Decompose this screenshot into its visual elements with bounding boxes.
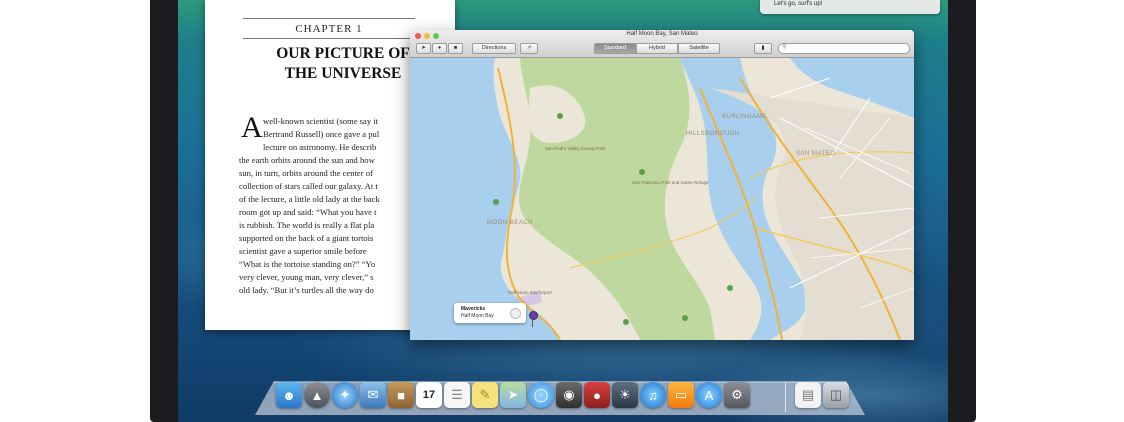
pin-icon: ● bbox=[437, 45, 442, 51]
messages-icon[interactable]: ◯ bbox=[528, 382, 554, 408]
facetime-icon[interactable]: ◉ bbox=[556, 382, 582, 408]
park-marker bbox=[557, 113, 563, 119]
book-line: supported on the back of a giant tortois bbox=[239, 233, 374, 243]
airport-label: Half Moon Bay Airport bbox=[508, 290, 552, 295]
documents-stack-icon[interactable]: ▤ bbox=[795, 382, 821, 408]
calendar-icon[interactable]: 17 bbox=[416, 382, 442, 408]
launchpad-icon[interactable]: ▲ bbox=[304, 382, 330, 408]
photo-booth-icon[interactable]: ● bbox=[584, 382, 610, 408]
book-line: lecture on astronomy. He describ bbox=[263, 142, 377, 152]
book-line: collection of stars called our galaxy. A… bbox=[239, 181, 378, 191]
app-store-icon[interactable]: A bbox=[696, 382, 722, 408]
map-view[interactable]: BURLINGAME HILLSBOROUGH SAN MATEO MOON B… bbox=[410, 58, 914, 340]
book-line: room got up and said: “What you have t bbox=[239, 207, 377, 217]
park-marker bbox=[639, 169, 645, 175]
park-label: San Francisco Fish and Game Refuge bbox=[632, 180, 709, 185]
book-line: is rubbish. The world is really a flat p… bbox=[239, 220, 375, 230]
maps-window: Half Moon Bay, San Mateo ➤ ● ■ Direction… bbox=[410, 30, 914, 340]
book-line: the earth orbits around the sun and how bbox=[239, 155, 375, 165]
mail-icon[interactable]: ✉ bbox=[360, 382, 386, 408]
map-pin-icon[interactable] bbox=[529, 311, 538, 320]
system-preferences-icon[interactable]: ⚙ bbox=[724, 382, 750, 408]
window-title: Half Moon Bay, San Mateo bbox=[626, 31, 698, 37]
book-line: Bertrand Russell) once gave a pul bbox=[263, 129, 380, 139]
callout-title: Mavericks bbox=[461, 306, 486, 312]
share-icon: ↗ bbox=[526, 45, 532, 51]
callout-subtitle: Half Moon Bay bbox=[461, 313, 494, 319]
car-button[interactable]: ■ bbox=[448, 43, 463, 54]
park-marker bbox=[493, 199, 499, 205]
reminders-icon[interactable]: ☰ bbox=[444, 382, 470, 408]
info-icon[interactable] bbox=[510, 308, 521, 319]
notes-icon[interactable]: ✎ bbox=[472, 382, 498, 408]
dock-divider bbox=[785, 382, 786, 412]
screenshot-stage: Let's go, surf's up! CHAPTER 1 OUR PICTU… bbox=[0, 0, 1124, 422]
iphoto-icon[interactable]: ☀ bbox=[612, 382, 638, 408]
city-label: SAN MATEO bbox=[796, 151, 836, 157]
directions-button[interactable]: Directions bbox=[472, 43, 516, 54]
itunes-icon[interactable]: ♫ bbox=[640, 382, 666, 408]
trash-icon[interactable]: ◫ bbox=[823, 382, 849, 408]
park-marker bbox=[623, 319, 629, 325]
chapter-rule bbox=[243, 18, 415, 19]
drop-cap: A bbox=[241, 111, 263, 144]
park-marker bbox=[682, 315, 688, 321]
chapter-rule bbox=[243, 38, 415, 39]
book-icon: ▮ bbox=[761, 45, 765, 51]
location-callout[interactable]: Mavericks Half Moon Bay bbox=[454, 303, 526, 323]
location-arrow-icon: ➤ bbox=[421, 45, 426, 51]
book-line: scientist gave a superior smile before bbox=[239, 246, 367, 256]
map-pin-stem bbox=[532, 318, 533, 327]
park-marker bbox=[727, 285, 733, 291]
map-canvas bbox=[410, 58, 914, 340]
book-line: “What is the tortoise standing on?” “Yo bbox=[239, 259, 376, 269]
bookmarks-button[interactable]: ▮ bbox=[754, 43, 772, 54]
safari-icon[interactable]: ✦ bbox=[332, 382, 358, 408]
city-label: BURLINGAME bbox=[722, 114, 767, 120]
share-button[interactable]: ↗ bbox=[520, 43, 538, 54]
city-label: HILLSBOROUGH bbox=[686, 131, 740, 137]
search-icon: ⚲ bbox=[782, 44, 787, 50]
book-line: well-known scientist (some say it bbox=[263, 116, 379, 126]
notification-text: Let's go, surf's up! bbox=[774, 1, 823, 7]
maps-icon[interactable]: ➤ bbox=[500, 382, 526, 408]
chapter-label: CHAPTER 1 bbox=[295, 23, 363, 35]
book-line: of the lecture, a little old lady at the… bbox=[239, 194, 380, 204]
book-line: sun, in turn, orbits around the center o… bbox=[239, 168, 373, 178]
notification-banner[interactable]: Let's go, surf's up! bbox=[760, 0, 940, 14]
finder-icon[interactable]: ☻ bbox=[276, 382, 302, 408]
car-icon: ■ bbox=[453, 45, 458, 51]
park-label: San Pedro Valley County Park bbox=[545, 146, 606, 151]
tab-hybrid[interactable]: Hybrid bbox=[636, 43, 678, 54]
contacts-icon[interactable]: ■ bbox=[388, 382, 414, 408]
location-button[interactable]: ➤ bbox=[416, 43, 431, 54]
pin-button[interactable]: ● bbox=[432, 43, 447, 54]
tab-standard[interactable]: Standard bbox=[594, 43, 636, 54]
book-line: very clever, young man, very clever,” s bbox=[239, 272, 374, 282]
book-line: old lady. “But it’s turtles all the way … bbox=[239, 285, 374, 295]
ibooks-icon[interactable]: ▭ bbox=[668, 382, 694, 408]
search-input[interactable]: ⚲ bbox=[778, 43, 910, 54]
city-label: MOON BEACH bbox=[487, 220, 534, 226]
maps-toolbar: Half Moon Bay, San Mateo ➤ ● ■ Direction… bbox=[410, 30, 914, 58]
tab-satellite[interactable]: Satellite bbox=[678, 43, 720, 54]
